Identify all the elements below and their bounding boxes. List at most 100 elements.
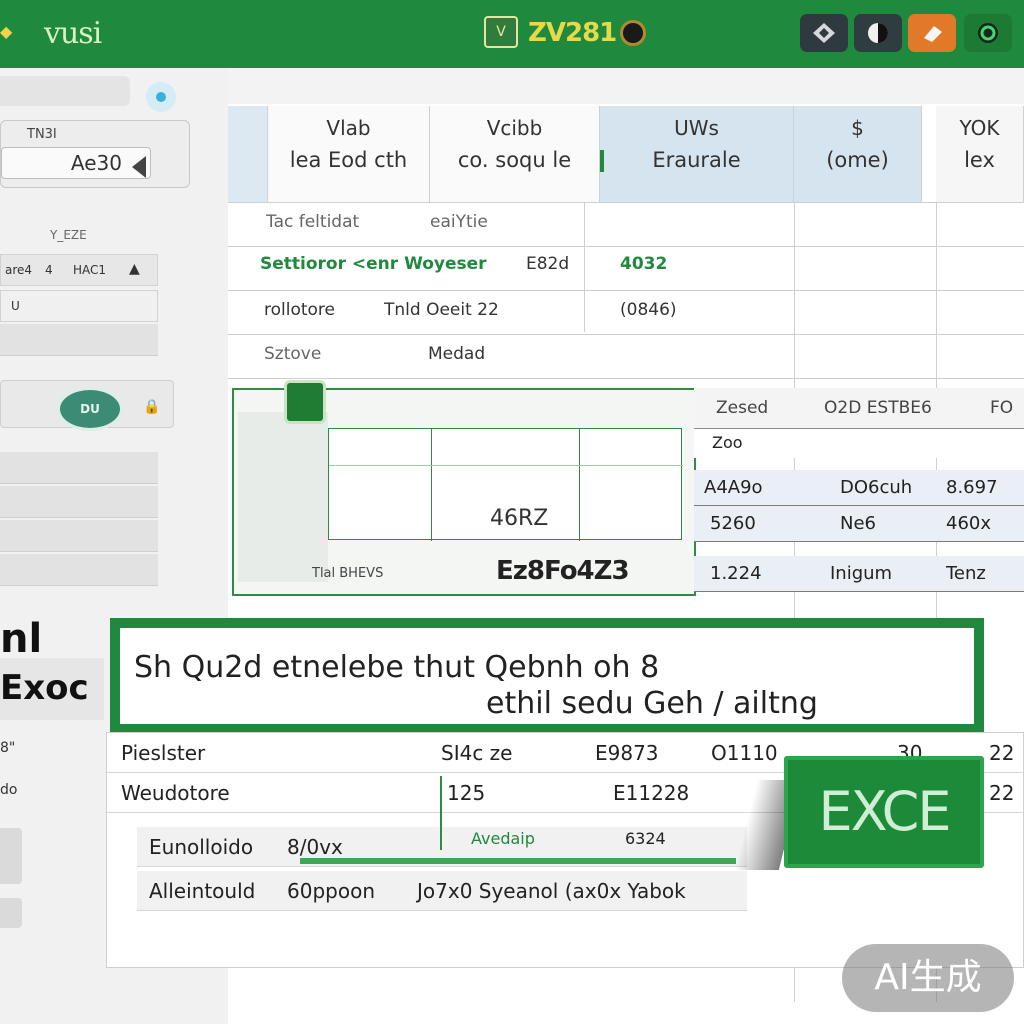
- table-row[interactable]: Alleintould 60ppoon Jo7x0 Syeanol (ax0x …: [137, 871, 747, 911]
- collapse-arrow-icon[interactable]: [132, 156, 146, 178]
- table-cell[interactable]: Tnld Oeeit 22: [384, 300, 499, 320]
- column-header-subtitle: lex: [964, 148, 995, 172]
- summary-row[interactable]: A4A9o DO6cuh 8.697: [694, 470, 1024, 506]
- summary-header-cell[interactable]: FO: [990, 398, 1013, 418]
- table-cell[interactable]: Medad: [428, 344, 485, 364]
- summary-cell: Inigum: [830, 563, 893, 584]
- excel-logo-icon[interactable]: EXCE: [784, 756, 984, 868]
- summary-row[interactable]: 1.224 Inigum Tenz: [694, 556, 1024, 592]
- column-header-subtitle: Eraurale: [652, 148, 741, 172]
- table-cell: E11228: [613, 781, 690, 805]
- account-button[interactable]: [964, 14, 1012, 52]
- formula-text-line: ethil sedu Geh / ailtng: [486, 686, 818, 721]
- app-window: ◆ vusi V ZV281 TN3I Ae30 Y_EZE are4 4 HA: [0, 0, 1024, 1024]
- summary-table: Zesed O2D ESTBE6 FO Zoo A4A9o DO6cuh 8.6…: [694, 388, 1024, 598]
- grid-line: [228, 378, 1024, 379]
- table-cell: Eunolloido: [149, 835, 254, 859]
- sidebar-search[interactable]: [0, 76, 130, 106]
- record-icon[interactable]: [620, 20, 646, 46]
- sidebar-heading: nl: [0, 616, 43, 662]
- grid-line: [329, 465, 683, 466]
- table-cell[interactable]: Tac feltidat: [266, 212, 359, 232]
- summary-cell: Ne6: [840, 513, 876, 534]
- column-header-subtitle: (ome): [826, 148, 889, 172]
- sidebar-row[interactable]: [0, 520, 158, 552]
- table-cell: O1110: [711, 741, 778, 765]
- table-cell: Alleintould: [149, 879, 256, 903]
- formula-bar[interactable]: Sh Qu2d etnelebe thut Qebnh oh 8 ethil s…: [110, 618, 984, 734]
- grid-line: [228, 290, 1024, 291]
- title-bar: ◆ vusi V ZV281: [0, 0, 1024, 68]
- table-cell: Jo7x0 Syeanol (ax0x Yabok: [417, 879, 686, 903]
- column-header-subtitle: lea Eod cth: [289, 148, 408, 172]
- lock-icon[interactable]: 🔒: [143, 399, 160, 415]
- status-dot-icon[interactable]: [146, 82, 176, 112]
- grid-line: [584, 202, 585, 332]
- table-cell[interactable]: Sztove: [264, 344, 321, 364]
- sort-up-icon[interactable]: ▲: [129, 261, 140, 277]
- theme-button[interactable]: [854, 14, 902, 52]
- sidebar-row[interactable]: [0, 554, 158, 586]
- column-header-selected[interactable]: UWs Eraurale: [600, 106, 794, 202]
- summary-cell: 460x: [946, 513, 992, 534]
- summary-header-cell[interactable]: O2D ESTBE6: [824, 398, 932, 418]
- sidebar-toolbar: DU 🔒: [0, 380, 174, 431]
- table-cell[interactable]: (0846): [620, 300, 677, 320]
- column-header[interactable]: Vcibb co. soqu le: [430, 106, 600, 202]
- table-cell: 22: [989, 741, 1015, 765]
- diamond-icon: [813, 23, 835, 43]
- summary-subrow[interactable]: Zoo: [694, 428, 1024, 458]
- table-cell: Weudotore: [121, 781, 230, 805]
- summary-cell: 5260: [710, 513, 756, 534]
- contrast-icon: [868, 23, 888, 43]
- column-header[interactable]: Vlab lea Eod cth: [268, 106, 430, 202]
- table-cell: 8/0vx: [287, 835, 343, 859]
- summary-header-cell[interactable]: Zesed: [716, 398, 768, 418]
- column-header[interactable]: YOK lex: [936, 106, 1024, 202]
- sidebar-scroll-handle[interactable]: [0, 898, 22, 928]
- table-cell: 22: [989, 781, 1015, 805]
- grid-line: [579, 429, 580, 541]
- column-header-title: YOK: [959, 116, 1000, 140]
- name-box-card: TN3I Ae30: [0, 120, 190, 188]
- account-icon: [978, 23, 998, 43]
- embedded-panel[interactable]: 46RZ Tlal BHEVS Ez8Fo4Z3: [232, 380, 696, 596]
- name-box-input[interactable]: Ae30: [1, 147, 151, 179]
- column-header-title: Vlab: [326, 116, 371, 140]
- sidebar-row[interactable]: are4 4 HAC1 ▲: [0, 254, 158, 286]
- grid-line: [228, 334, 1024, 335]
- table-cell[interactable]: E82d: [526, 254, 569, 274]
- sidebar-small-label: do: [0, 782, 18, 798]
- logo-icon: DU: [57, 387, 123, 431]
- sidebar-scroll-handle[interactable]: [0, 828, 22, 884]
- sidebar-row-value: 4: [45, 263, 53, 277]
- sidebar-row[interactable]: U: [0, 290, 158, 322]
- panel-footer-value: Ez8Fo4Z3: [496, 556, 630, 586]
- grid-line: [228, 202, 1024, 203]
- panel-tag-icon[interactable]: [284, 380, 326, 424]
- sidebar-row[interactable]: [0, 452, 158, 484]
- grid-line: [431, 429, 432, 541]
- table-cell[interactable]: Settioror <enr Woyeser: [260, 254, 487, 274]
- column-header-title: Vcibb: [486, 116, 543, 140]
- column-header[interactable]: [228, 106, 268, 202]
- summary-table-header: Zesed O2D ESTBE6 FO: [694, 388, 1024, 428]
- progress-underline: [300, 858, 736, 864]
- highlighter-button[interactable]: [908, 14, 956, 52]
- app-title: vusi: [44, 16, 102, 51]
- table-cell[interactable]: 4032: [620, 254, 667, 274]
- sidebar-section-title: Y_EZE: [50, 228, 87, 242]
- table-cell: 6324: [625, 829, 666, 848]
- sidebar-row[interactable]: [0, 324, 158, 356]
- sidebar-row[interactable]: [0, 486, 158, 518]
- summary-cell: 8.697: [946, 477, 998, 498]
- column-header-title: $: [851, 116, 864, 140]
- diamond-button[interactable]: [800, 14, 848, 52]
- formula-strip: [228, 68, 1024, 104]
- column-header[interactable]: $ (ome): [794, 106, 922, 202]
- table-cell[interactable]: rollotore: [264, 300, 335, 320]
- table-cell[interactable]: eaiYtie: [430, 212, 488, 232]
- app-menu-icon[interactable]: ◆: [0, 22, 18, 42]
- sidebar-small-label: 8": [0, 740, 16, 756]
- summary-row[interactable]: 5260 Ne6 460x: [694, 506, 1024, 542]
